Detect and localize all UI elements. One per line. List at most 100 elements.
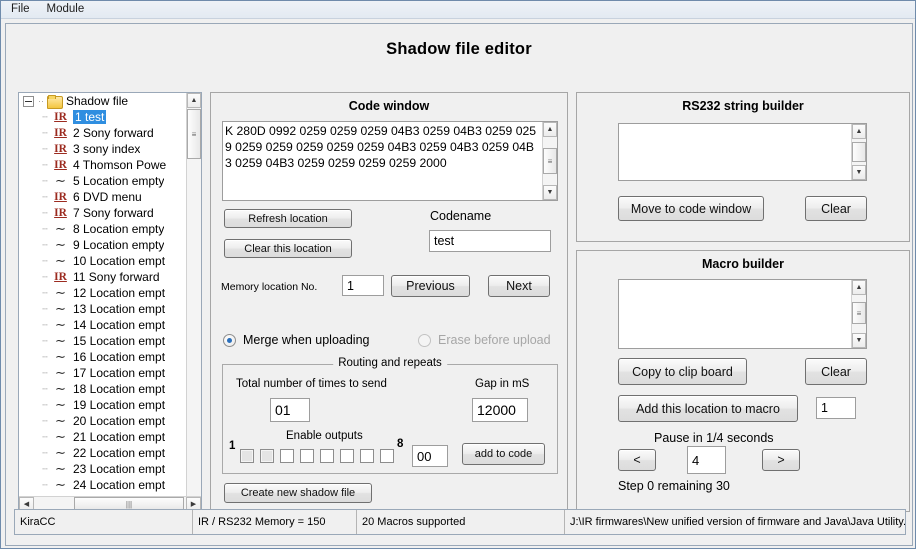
pause-decrement-button[interactable]: < (618, 449, 656, 471)
tree-vertical-scrollbar[interactable]: ▲ ≡ ▼ (186, 93, 201, 511)
tree-branch-line-icon: ┄ (42, 367, 48, 378)
tree-item-7[interactable]: ┄ IR 7 Sony forward (19, 205, 186, 221)
scroll-down-icon[interactable]: ▼ (852, 165, 866, 180)
macro-textarea[interactable]: ▲ ≡ ▼ (618, 279, 867, 349)
code-vertical-scrollbar[interactable]: ▲ ≡ ▼ (542, 122, 557, 200)
tree-item-23[interactable]: ┄ ∼ 23 Location empt (19, 461, 186, 477)
rs232-clear-button[interactable]: Clear (805, 196, 867, 221)
tree-branch-line-icon: ┄ (42, 351, 48, 362)
tree-branch-line-icon: ┄ (42, 175, 48, 186)
scroll-down-icon[interactable]: ▼ (852, 333, 866, 348)
merge-radio-row[interactable]: Merge when uploading (223, 333, 369, 347)
merge-radio-icon[interactable] (223, 333, 236, 347)
shadow-file-tree[interactable]: ·· Shadow file ┄ IR 1 test ┄ IR 2 Sony forwar… (18, 92, 202, 512)
tilde-icon: ∼ (55, 285, 66, 300)
tilde-icon: ∼ (55, 301, 66, 316)
tree-item-2[interactable]: ┄ IR 2 Sony forward (19, 125, 186, 141)
tree-line-icon: ·· (38, 96, 44, 106)
clear-this-location-button[interactable]: Clear this location (224, 239, 352, 258)
enable-output-checkbox-1[interactable] (240, 449, 254, 463)
tree-item-20[interactable]: ┄ ∼ 20 Location empt (19, 413, 186, 429)
next-button[interactable]: Next (488, 275, 550, 297)
tree-item-4[interactable]: ┄ IR 4 Thomson Powe (19, 157, 186, 173)
rs232-vertical-scrollbar[interactable]: ▲ ▼ (851, 124, 866, 180)
tree-root-row[interactable]: ·· Shadow file (19, 93, 186, 109)
scroll-up-icon[interactable]: ▲ (852, 280, 866, 295)
pause-input[interactable]: 4 (687, 446, 726, 474)
create-new-shadow-file-button[interactable]: Create new shadow file (224, 483, 372, 503)
memory-location-input[interactable]: 1 (342, 275, 384, 296)
codename-label: Codename (430, 209, 492, 223)
tree-item-19[interactable]: ┄ ∼ 19 Location empt (19, 397, 186, 413)
tree-item-18[interactable]: ┄ ∼ 18 Location empt (19, 381, 186, 397)
tree-item-15[interactable]: ┄ ∼ 15 Location empt (19, 333, 186, 349)
macro-title: Macro builder (702, 257, 784, 271)
gap-ms-input[interactable]: 12000 (472, 398, 528, 422)
macro-scroll-thumb[interactable]: ≡ (852, 302, 866, 324)
enable-output-checkbox-3[interactable] (280, 449, 294, 463)
tree-item-22[interactable]: ┄ ∼ 22 Location empt (19, 445, 186, 461)
tree-item-label: 16 Location empt (73, 350, 166, 364)
tree-item-3[interactable]: ┄ IR 3 sony index (19, 141, 186, 157)
rs232-scroll-thumb[interactable] (852, 142, 866, 162)
tilde-icon: ∼ (55, 173, 66, 188)
pause-label: Pause in 1/4 seconds (654, 431, 774, 445)
scroll-up-icon[interactable]: ▲ (852, 124, 866, 139)
tree-scroll-thumb[interactable]: ≡ (187, 109, 201, 159)
outputs-value-input[interactable]: 00 (412, 445, 448, 467)
tree-item-list: ┄ IR 1 test ┄ IR 2 Sony forward ┄ IR 3 sony inde… (19, 109, 186, 493)
tree-collapse-toggle-icon[interactable] (23, 95, 34, 107)
tree-item-5[interactable]: ┄ ∼ 5 Location empty (19, 173, 186, 189)
add-to-code-button[interactable]: add to code (462, 443, 545, 465)
menu-bar: File Module (1, 1, 915, 19)
tree-item-24[interactable]: ┄ ∼ 24 Location empt (19, 477, 186, 493)
enable-output-checkbox-7[interactable] (360, 449, 374, 463)
enable-output-checkbox-6[interactable] (340, 449, 354, 463)
move-to-code-window-button[interactable]: Move to code window (618, 196, 764, 221)
enable-output-checkbox-8[interactable] (380, 449, 394, 463)
tree-item-14[interactable]: ┄ ∼ 14 Location empt (19, 317, 186, 333)
scroll-down-icon[interactable]: ▼ (543, 185, 557, 200)
pause-increment-button[interactable]: > (762, 449, 800, 471)
tree-item-17[interactable]: ┄ ∼ 17 Location empt (19, 365, 186, 381)
tree-item-10[interactable]: ┄ ∼ 10 Location empt (19, 253, 186, 269)
tilde-icon: ∼ (55, 381, 66, 396)
menu-item-file[interactable]: File (9, 2, 38, 17)
code-textarea[interactable]: K 280D 0992 0259 0259 0259 04B3 0259 04B… (222, 121, 558, 201)
tree-item-9[interactable]: ┄ ∼ 9 Location empty (19, 237, 186, 253)
macro-clear-button[interactable]: Clear (805, 358, 867, 385)
code-scroll-thumb[interactable]: ≡ (543, 148, 557, 174)
tree-branch-line-icon: ┄ (42, 431, 48, 442)
codename-input[interactable]: test (429, 230, 551, 252)
refresh-location-button[interactable]: Refresh location (224, 209, 352, 228)
tree-item-12[interactable]: ┄ ∼ 12 Location empt (19, 285, 186, 301)
tree-item-1[interactable]: ┄ IR 1 test (19, 109, 186, 125)
tree-item-label: 6 DVD menu (73, 190, 142, 204)
tree-item-8[interactable]: ┄ ∼ 8 Location empty (19, 221, 186, 237)
enable-output-checkbox-5[interactable] (320, 449, 334, 463)
tilde-icon: ∼ (55, 477, 66, 492)
tree-item-label: 22 Location empt (73, 446, 166, 460)
macro-location-input[interactable]: 1 (816, 397, 856, 419)
rs232-textarea[interactable]: ▲ ▼ (618, 123, 867, 181)
tree-item-13[interactable]: ┄ ∼ 13 Location empt (19, 301, 186, 317)
tree-item-16[interactable]: ┄ ∼ 16 Location empt (19, 349, 186, 365)
tree-item-21[interactable]: ┄ ∼ 21 Location empt (19, 429, 186, 445)
code-window-title: Code window (348, 99, 430, 113)
scroll-up-icon[interactable]: ▲ (543, 122, 557, 137)
enable-output-checkbox-4[interactable] (300, 449, 314, 463)
ir-icon: IR (54, 143, 67, 155)
copy-to-clipboard-button[interactable]: Copy to clip board (618, 358, 747, 385)
tree-branch-line-icon: ┄ (42, 335, 48, 346)
tree-item-label: 10 Location empt (73, 254, 166, 268)
scroll-up-icon[interactable]: ▲ (187, 93, 201, 108)
tree-item-label: 21 Location empt (73, 430, 166, 444)
add-location-to-macro-button[interactable]: Add this location to macro (618, 395, 798, 422)
total-times-input[interactable]: 01 (270, 398, 310, 422)
macro-vertical-scrollbar[interactable]: ▲ ≡ ▼ (851, 280, 866, 348)
tree-item-6[interactable]: ┄ IR 6 DVD menu (19, 189, 186, 205)
enable-output-checkbox-2[interactable] (260, 449, 274, 463)
previous-button[interactable]: Previous (391, 275, 470, 297)
menu-item-module[interactable]: Module (45, 2, 93, 17)
tree-item-11[interactable]: ┄ IR 11 Sony forward (19, 269, 186, 285)
